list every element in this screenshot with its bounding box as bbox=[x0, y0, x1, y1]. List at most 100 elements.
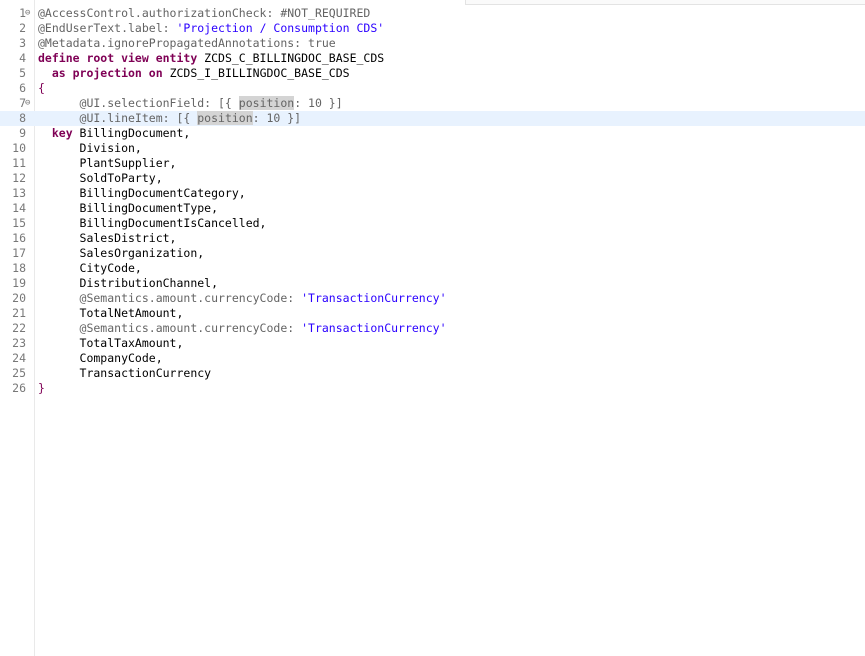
line-code: { bbox=[38, 81, 45, 96]
code-line[interactable]: 21 TotalNetAmount, bbox=[0, 306, 865, 321]
line-code: key BillingDocument, bbox=[38, 126, 190, 141]
line-code: CityCode, bbox=[38, 261, 142, 276]
line-code: as projection on ZCDS_I_BILLINGDOC_BASE_… bbox=[38, 66, 350, 81]
code-line-current[interactable]: 8 @UI.lineItem: [{ position: 10 }] bbox=[0, 111, 865, 126]
code-token: @Semantics.amount.currencyCode: bbox=[38, 321, 302, 335]
code-token: @AccessControl.authorizationCheck: #NOT_… bbox=[38, 6, 371, 20]
code-line[interactable]: 17 SalesOrganization, bbox=[0, 246, 865, 261]
code-editor[interactable]: 1 ⊖ @AccessControl.authorizationCheck: #NO… bbox=[0, 6, 865, 396]
line-number: 13 bbox=[12, 186, 26, 200]
line-code: Division, bbox=[38, 141, 142, 156]
code-token: SalesDistrict, bbox=[38, 231, 177, 245]
line-number: 5 bbox=[19, 66, 26, 80]
code-token: @Metadata.ignorePropagatedAnnotations: t… bbox=[38, 36, 336, 50]
code-token: @UI.lineItem: [{ bbox=[38, 111, 198, 125]
line-code: CompanyCode, bbox=[38, 351, 163, 366]
code-token: : 10 }] bbox=[252, 111, 302, 125]
line-number: 12 bbox=[12, 171, 26, 185]
code-token: @UI.selectionField: [{ bbox=[38, 96, 239, 110]
line-number: 25 bbox=[12, 366, 26, 380]
code-line[interactable]: 7 ⊖ @UI.selectionField: [{ position: 10 }… bbox=[0, 96, 865, 111]
code-token: key bbox=[38, 126, 80, 140]
line-code: @AccessControl.authorizationCheck: #NOT_… bbox=[38, 6, 370, 21]
code-line[interactable]: 6{ bbox=[0, 81, 865, 96]
code-token: BillingDocumentIsCancelled, bbox=[38, 216, 267, 230]
code-line[interactable]: 9 key BillingDocument, bbox=[0, 126, 865, 141]
line-number: 26 bbox=[12, 381, 26, 395]
code-line[interactable]: 3 @Metadata.ignorePropagatedAnnotations: … bbox=[0, 36, 865, 51]
code-line[interactable]: 11 PlantSupplier, bbox=[0, 156, 865, 171]
line-code: @UI.selectionField: [{ position: 10 }] bbox=[38, 96, 343, 111]
line-code: SoldToParty, bbox=[38, 171, 163, 186]
line-number: 6 bbox=[19, 81, 26, 95]
code-line[interactable]: 20 @Semantics.amount.currencyCode: 'Tran… bbox=[0, 291, 865, 306]
code-token: TransactionCurrency bbox=[38, 366, 212, 380]
line-number: 24 bbox=[12, 351, 26, 365]
code-token: CompanyCode, bbox=[38, 351, 163, 365]
code-token: as projection on bbox=[38, 66, 170, 80]
code-line[interactable]: 1 ⊖ @AccessControl.authorizationCheck: #NO… bbox=[0, 6, 865, 21]
line-number: 22 bbox=[12, 321, 26, 335]
code-line[interactable]: 2 @EndUserText.label: 'Projection / Consu… bbox=[0, 21, 865, 36]
line-code: PlantSupplier, bbox=[38, 156, 177, 171]
code-token: : 10 }] bbox=[294, 96, 343, 110]
code-line[interactable]: 26} bbox=[0, 381, 865, 396]
code-line[interactable]: 19 DistributionChannel, bbox=[0, 276, 865, 291]
code-line[interactable]: 5 as projection on ZCDS_I_BILLINGDOC_BAS… bbox=[0, 66, 865, 81]
code-token: } bbox=[38, 381, 45, 395]
code-token: @Semantics.amount.currencyCode: bbox=[38, 291, 302, 305]
code-line[interactable]: 15 BillingDocumentIsCancelled, bbox=[0, 216, 865, 231]
line-code: TotalNetAmount, bbox=[38, 306, 184, 321]
line-number: 4 bbox=[19, 51, 26, 65]
code-line[interactable]: 25 TransactionCurrency bbox=[0, 366, 865, 381]
line-code: @Metadata.ignorePropagatedAnnotations: t… bbox=[38, 36, 336, 51]
tab-bar-edge bbox=[465, 0, 865, 5]
code-line[interactable]: 22 @Semantics.amount.currencyCode: 'Tran… bbox=[0, 321, 865, 336]
line-code: define root view entity ZCDS_C_BILLINGDO… bbox=[38, 51, 384, 66]
code-token: PlantSupplier, bbox=[38, 156, 177, 170]
line-code: SalesOrganization, bbox=[38, 246, 205, 261]
code-token: @EndUserText.label: bbox=[38, 21, 177, 35]
code-line[interactable]: 14 BillingDocumentType, bbox=[0, 201, 865, 216]
code-line[interactable]: 13 BillingDocumentCategory, bbox=[0, 186, 865, 201]
line-code: TotalTaxAmount, bbox=[38, 336, 184, 351]
code-token: ZCDS_I_BILLINGDOC_BASE_CDS bbox=[169, 66, 350, 80]
code-line[interactable]: 12 SoldToParty, bbox=[0, 171, 865, 186]
code-token: 'Projection / Consumption CDS' bbox=[176, 21, 385, 35]
line-number: 8 bbox=[19, 111, 26, 125]
line-number: 9 bbox=[19, 126, 26, 140]
code-token: { bbox=[38, 81, 45, 95]
line-code: @Semantics.amount.currencyCode: 'Transac… bbox=[38, 291, 447, 306]
code-token: CityCode, bbox=[38, 261, 142, 275]
code-line[interactable]: 23 TotalTaxAmount, bbox=[0, 336, 865, 351]
line-code: BillingDocumentType, bbox=[38, 201, 218, 216]
line-code: @UI.lineItem: [{ position: 10 }] bbox=[38, 111, 301, 126]
line-number: 7 bbox=[19, 96, 26, 110]
line-number: 14 bbox=[12, 201, 26, 215]
code-token: 'TransactionCurrency' bbox=[301, 291, 447, 305]
occurrence-highlight: position bbox=[238, 96, 295, 110]
code-line[interactable]: 10 Division, bbox=[0, 141, 865, 156]
line-number: 16 bbox=[12, 231, 26, 245]
fold-toggle-icon[interactable]: ⊖ bbox=[25, 97, 30, 110]
code-token: BillingDocumentType, bbox=[38, 201, 219, 215]
line-code: BillingDocumentIsCancelled, bbox=[38, 216, 267, 231]
line-code: @Semantics.amount.currencyCode: 'Transac… bbox=[38, 321, 447, 336]
fold-toggle-icon[interactable]: ⊖ bbox=[25, 7, 30, 20]
line-number: 21 bbox=[12, 306, 26, 320]
code-token: BillingDocumentCategory, bbox=[38, 186, 246, 200]
code-line[interactable]: 16 SalesDistrict, bbox=[0, 231, 865, 246]
code-line[interactable]: 4 define root view entity ZCDS_C_BILLINGD… bbox=[0, 51, 865, 66]
occurrence-highlight: position bbox=[197, 111, 253, 125]
line-number: 11 bbox=[12, 156, 26, 170]
line-code: } bbox=[38, 381, 45, 396]
code-line[interactable]: 24 CompanyCode, bbox=[0, 351, 865, 366]
line-number: 19 bbox=[12, 276, 26, 290]
code-line[interactable]: 18 CityCode, bbox=[0, 261, 865, 276]
code-token: DistributionChannel, bbox=[38, 276, 219, 290]
code-token: 'TransactionCurrency' bbox=[301, 321, 447, 335]
line-code: SalesDistrict, bbox=[38, 231, 177, 246]
code-token: ZCDS_C_BILLINGDOC_BASE_CDS bbox=[204, 51, 385, 65]
line-number: 15 bbox=[12, 216, 26, 230]
line-number: 2 bbox=[19, 21, 26, 35]
